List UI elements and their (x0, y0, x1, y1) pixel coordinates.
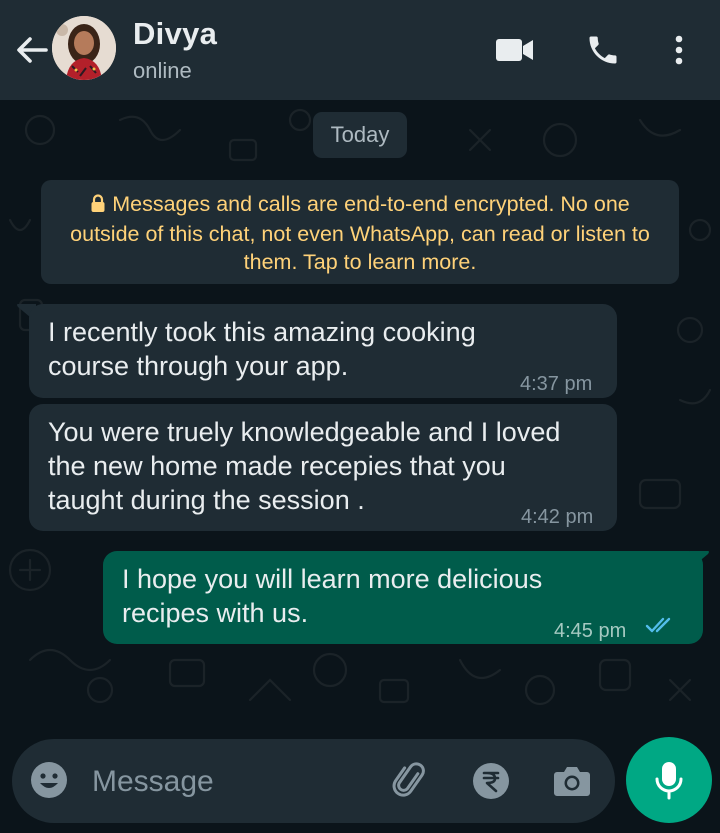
message-text: You were truely knowledgeable and I love… (48, 415, 560, 517)
chat-area[interactable]: Today Messages and calls are end-to-end … (0, 100, 720, 833)
message-text: I hope you will learn more delicious rec… (122, 562, 542, 630)
message-line: recipes with us. (122, 598, 309, 628)
camera-icon (554, 767, 590, 796)
message-line: You were truely knowledgeable and I love… (48, 417, 561, 447)
back-arrow-icon (17, 37, 48, 63)
attach-button[interactable] (390, 760, 432, 802)
message-bubble-outgoing[interactable]: I hope you will learn more delicious rec… (103, 551, 703, 644)
encryption-notice[interactable]: Messages and calls are end-to-end encryp… (41, 180, 679, 284)
camera-button[interactable] (551, 760, 593, 802)
message-line: I recently took this amazing cooking (48, 317, 476, 347)
back-button[interactable] (12, 30, 52, 70)
voice-call-icon (589, 36, 617, 64)
date-separator: Today (313, 112, 407, 158)
video-call-icon (496, 39, 533, 61)
contact-name[interactable]: Divya (133, 16, 217, 52)
message-timestamp: 4:45 pm (554, 620, 627, 642)
message-line: the new home made recepies that you (48, 451, 506, 481)
message-line: I hope you will learn more delicious (122, 564, 543, 594)
message-input[interactable] (90, 759, 374, 805)
message-timestamp: 4:37 pm (520, 373, 593, 395)
more-options-icon (675, 35, 683, 65)
microphone-icon (655, 762, 683, 800)
message-line: course through your app. (48, 351, 349, 381)
voice-message-button[interactable] (626, 737, 712, 823)
emoji-icon (31, 762, 67, 798)
video-call-button[interactable] (494, 30, 536, 70)
message-bubble-incoming[interactable]: I recently took this amazing cooking cou… (29, 304, 617, 398)
attach-icon (392, 762, 425, 797)
chat-header: Divya online (0, 0, 720, 100)
payment-button[interactable] (470, 760, 512, 802)
more-options-button[interactable] (666, 30, 692, 70)
contact-status: online (133, 58, 192, 83)
message-line: taught during the session . (48, 485, 365, 515)
voice-call-button[interactable] (583, 30, 623, 70)
read-receipt-icon (645, 617, 671, 633)
avatar[interactable] (52, 16, 116, 80)
message-bubble-incoming[interactable]: You were truely knowledgeable and I love… (29, 404, 617, 531)
rupee-payment-icon (473, 763, 509, 799)
message-composer (12, 739, 615, 823)
contact-photo (52, 16, 116, 80)
bubble-tail (690, 551, 709, 569)
emoji-button[interactable] (29, 760, 69, 800)
message-timestamp: 4:42 pm (521, 506, 594, 528)
lock-icon (90, 192, 106, 220)
message-text: I recently took this amazing cooking cou… (48, 315, 476, 383)
encryption-notice-text: Messages and calls are end-to-end encryp… (70, 192, 650, 274)
